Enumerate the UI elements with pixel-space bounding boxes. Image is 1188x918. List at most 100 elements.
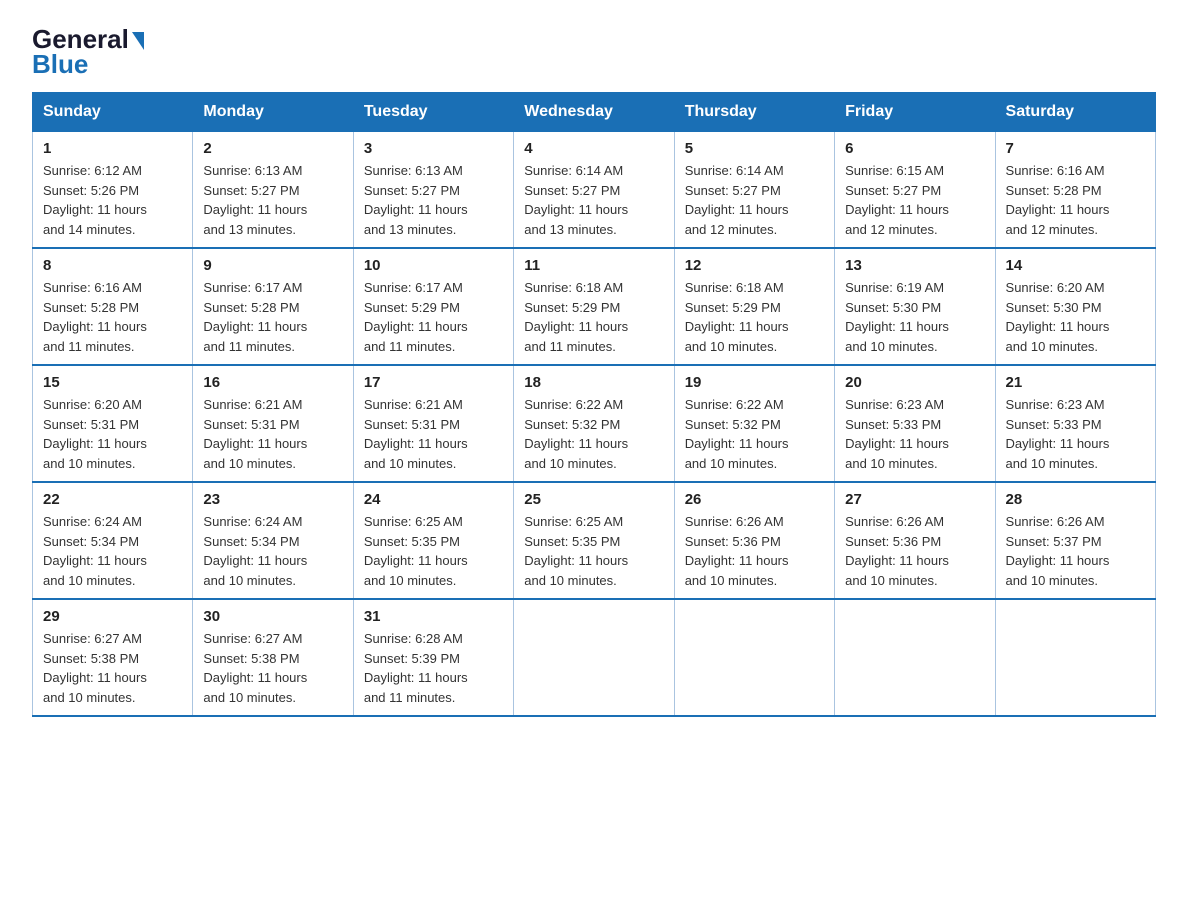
- calendar-day-cell: 1 Sunrise: 6:12 AM Sunset: 5:26 PM Dayli…: [33, 132, 193, 249]
- day-info: Sunrise: 6:19 AM Sunset: 5:30 PM Dayligh…: [845, 278, 984, 356]
- day-number: 29: [43, 608, 182, 625]
- day-info: Sunrise: 6:16 AM Sunset: 5:28 PM Dayligh…: [1006, 161, 1145, 239]
- day-info: Sunrise: 6:18 AM Sunset: 5:29 PM Dayligh…: [685, 278, 824, 356]
- day-number: 21: [1006, 374, 1145, 391]
- day-info: Sunrise: 6:16 AM Sunset: 5:28 PM Dayligh…: [43, 278, 182, 356]
- day-info: Sunrise: 6:20 AM Sunset: 5:30 PM Dayligh…: [1006, 278, 1145, 356]
- day-number: 15: [43, 374, 182, 391]
- calendar-day-cell: [674, 599, 834, 716]
- day-number: 2: [203, 140, 342, 157]
- day-number: 16: [203, 374, 342, 391]
- header-day-tuesday: Tuesday: [353, 93, 513, 132]
- day-info: Sunrise: 6:13 AM Sunset: 5:27 PM Dayligh…: [203, 161, 342, 239]
- calendar-week-row: 29 Sunrise: 6:27 AM Sunset: 5:38 PM Dayl…: [33, 599, 1156, 716]
- day-info: Sunrise: 6:23 AM Sunset: 5:33 PM Dayligh…: [845, 395, 984, 473]
- logo-blue-text: Blue: [32, 49, 88, 80]
- day-number: 3: [364, 140, 503, 157]
- header-day-friday: Friday: [835, 93, 995, 132]
- day-number: 24: [364, 491, 503, 508]
- calendar-day-cell: 13 Sunrise: 6:19 AM Sunset: 5:30 PM Dayl…: [835, 248, 995, 365]
- day-number: 31: [364, 608, 503, 625]
- day-info: Sunrise: 6:24 AM Sunset: 5:34 PM Dayligh…: [43, 512, 182, 590]
- day-info: Sunrise: 6:28 AM Sunset: 5:39 PM Dayligh…: [364, 629, 503, 707]
- day-info: Sunrise: 6:18 AM Sunset: 5:29 PM Dayligh…: [524, 278, 663, 356]
- day-number: 27: [845, 491, 984, 508]
- day-info: Sunrise: 6:15 AM Sunset: 5:27 PM Dayligh…: [845, 161, 984, 239]
- day-number: 7: [1006, 140, 1145, 157]
- calendar-day-cell: 20 Sunrise: 6:23 AM Sunset: 5:33 PM Dayl…: [835, 365, 995, 482]
- day-info: Sunrise: 6:26 AM Sunset: 5:37 PM Dayligh…: [1006, 512, 1145, 590]
- calendar-day-cell: 28 Sunrise: 6:26 AM Sunset: 5:37 PM Dayl…: [995, 482, 1155, 599]
- day-info: Sunrise: 6:25 AM Sunset: 5:35 PM Dayligh…: [364, 512, 503, 590]
- day-number: 19: [685, 374, 824, 391]
- day-info: Sunrise: 6:23 AM Sunset: 5:33 PM Dayligh…: [1006, 395, 1145, 473]
- calendar-week-row: 22 Sunrise: 6:24 AM Sunset: 5:34 PM Dayl…: [33, 482, 1156, 599]
- calendar-day-cell: 12 Sunrise: 6:18 AM Sunset: 5:29 PM Dayl…: [674, 248, 834, 365]
- calendar-day-cell: 23 Sunrise: 6:24 AM Sunset: 5:34 PM Dayl…: [193, 482, 353, 599]
- header-day-monday: Monday: [193, 93, 353, 132]
- day-number: 5: [685, 140, 824, 157]
- calendar-day-cell: 22 Sunrise: 6:24 AM Sunset: 5:34 PM Dayl…: [33, 482, 193, 599]
- day-number: 13: [845, 257, 984, 274]
- calendar-day-cell: 18 Sunrise: 6:22 AM Sunset: 5:32 PM Dayl…: [514, 365, 674, 482]
- day-number: 1: [43, 140, 182, 157]
- header-day-saturday: Saturday: [995, 93, 1155, 132]
- calendar-day-cell: [514, 599, 674, 716]
- calendar-day-cell: 3 Sunrise: 6:13 AM Sunset: 5:27 PM Dayli…: [353, 132, 513, 249]
- day-number: 10: [364, 257, 503, 274]
- day-info: Sunrise: 6:21 AM Sunset: 5:31 PM Dayligh…: [203, 395, 342, 473]
- page-header: General Blue: [32, 24, 1156, 80]
- day-info: Sunrise: 6:21 AM Sunset: 5:31 PM Dayligh…: [364, 395, 503, 473]
- calendar-day-cell: 10 Sunrise: 6:17 AM Sunset: 5:29 PM Dayl…: [353, 248, 513, 365]
- calendar-day-cell: 14 Sunrise: 6:20 AM Sunset: 5:30 PM Dayl…: [995, 248, 1155, 365]
- calendar-week-row: 8 Sunrise: 6:16 AM Sunset: 5:28 PM Dayli…: [33, 248, 1156, 365]
- header-day-thursday: Thursday: [674, 93, 834, 132]
- day-info: Sunrise: 6:13 AM Sunset: 5:27 PM Dayligh…: [364, 161, 503, 239]
- day-info: Sunrise: 6:27 AM Sunset: 5:38 PM Dayligh…: [43, 629, 182, 707]
- calendar-day-cell: 5 Sunrise: 6:14 AM Sunset: 5:27 PM Dayli…: [674, 132, 834, 249]
- day-number: 23: [203, 491, 342, 508]
- day-info: Sunrise: 6:14 AM Sunset: 5:27 PM Dayligh…: [524, 161, 663, 239]
- day-info: Sunrise: 6:20 AM Sunset: 5:31 PM Dayligh…: [43, 395, 182, 473]
- calendar-day-cell: 4 Sunrise: 6:14 AM Sunset: 5:27 PM Dayli…: [514, 132, 674, 249]
- calendar-day-cell: 25 Sunrise: 6:25 AM Sunset: 5:35 PM Dayl…: [514, 482, 674, 599]
- calendar-day-cell: 31 Sunrise: 6:28 AM Sunset: 5:39 PM Dayl…: [353, 599, 513, 716]
- calendar-day-cell: 9 Sunrise: 6:17 AM Sunset: 5:28 PM Dayli…: [193, 248, 353, 365]
- calendar-day-cell: 29 Sunrise: 6:27 AM Sunset: 5:38 PM Dayl…: [33, 599, 193, 716]
- day-info: Sunrise: 6:22 AM Sunset: 5:32 PM Dayligh…: [685, 395, 824, 473]
- calendar-day-cell: 26 Sunrise: 6:26 AM Sunset: 5:36 PM Dayl…: [674, 482, 834, 599]
- day-number: 18: [524, 374, 663, 391]
- day-number: 4: [524, 140, 663, 157]
- calendar-day-cell: 27 Sunrise: 6:26 AM Sunset: 5:36 PM Dayl…: [835, 482, 995, 599]
- day-info: Sunrise: 6:26 AM Sunset: 5:36 PM Dayligh…: [845, 512, 984, 590]
- calendar-day-cell: 8 Sunrise: 6:16 AM Sunset: 5:28 PM Dayli…: [33, 248, 193, 365]
- calendar-day-cell: 2 Sunrise: 6:13 AM Sunset: 5:27 PM Dayli…: [193, 132, 353, 249]
- day-number: 28: [1006, 491, 1145, 508]
- calendar-day-cell: 7 Sunrise: 6:16 AM Sunset: 5:28 PM Dayli…: [995, 132, 1155, 249]
- day-number: 26: [685, 491, 824, 508]
- header-day-wednesday: Wednesday: [514, 93, 674, 132]
- header-day-sunday: Sunday: [33, 93, 193, 132]
- calendar-day-cell: 30 Sunrise: 6:27 AM Sunset: 5:38 PM Dayl…: [193, 599, 353, 716]
- day-number: 12: [685, 257, 824, 274]
- day-info: Sunrise: 6:17 AM Sunset: 5:28 PM Dayligh…: [203, 278, 342, 356]
- day-number: 6: [845, 140, 984, 157]
- calendar-day-cell: 11 Sunrise: 6:18 AM Sunset: 5:29 PM Dayl…: [514, 248, 674, 365]
- day-info: Sunrise: 6:17 AM Sunset: 5:29 PM Dayligh…: [364, 278, 503, 356]
- calendar-header-row: SundayMondayTuesdayWednesdayThursdayFrid…: [33, 93, 1156, 132]
- day-number: 11: [524, 257, 663, 274]
- day-info: Sunrise: 6:25 AM Sunset: 5:35 PM Dayligh…: [524, 512, 663, 590]
- day-number: 30: [203, 608, 342, 625]
- day-number: 14: [1006, 257, 1145, 274]
- calendar-day-cell: 16 Sunrise: 6:21 AM Sunset: 5:31 PM Dayl…: [193, 365, 353, 482]
- day-info: Sunrise: 6:27 AM Sunset: 5:38 PM Dayligh…: [203, 629, 342, 707]
- calendar-week-row: 1 Sunrise: 6:12 AM Sunset: 5:26 PM Dayli…: [33, 132, 1156, 249]
- logo: General Blue: [32, 24, 144, 80]
- day-number: 20: [845, 374, 984, 391]
- calendar-week-row: 15 Sunrise: 6:20 AM Sunset: 5:31 PM Dayl…: [33, 365, 1156, 482]
- calendar-day-cell: 24 Sunrise: 6:25 AM Sunset: 5:35 PM Dayl…: [353, 482, 513, 599]
- calendar-day-cell: 19 Sunrise: 6:22 AM Sunset: 5:32 PM Dayl…: [674, 365, 834, 482]
- day-number: 22: [43, 491, 182, 508]
- day-info: Sunrise: 6:22 AM Sunset: 5:32 PM Dayligh…: [524, 395, 663, 473]
- calendar-day-cell: [995, 599, 1155, 716]
